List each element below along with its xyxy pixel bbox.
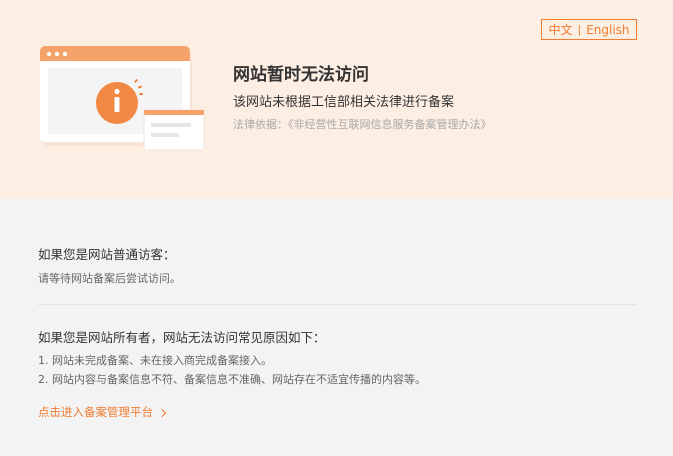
- filing-platform-link-label: 点击进入备案管理平台: [38, 405, 153, 419]
- visitor-text: 请等待网站备案后尝试访问。: [38, 272, 181, 285]
- page-subtitle: 该网站未根据工信部相关法律进行备案: [233, 95, 455, 110]
- owner-heading: 如果您是网站所有者，网站无法访问常见原因如下：: [38, 330, 326, 345]
- lang-separator: |: [577, 23, 582, 36]
- notice-banner: 中文 | English 网站暂时无法访问 该网站未根据工信部相关法律进行备案 …: [0, 0, 673, 199]
- lang-en-link[interactable]: English: [586, 23, 629, 37]
- chevron-right-icon: [157, 408, 167, 417]
- page-title: 网站暂时无法访问: [233, 65, 369, 85]
- owner-reason-2: 2. 网站内容与备案信息不符、备案信息不准确、网站存在不适宜传播的内容等。: [38, 373, 426, 386]
- browser-window-icon: [40, 46, 205, 151]
- lang-zh-link[interactable]: 中文: [548, 21, 572, 38]
- language-switch: 中文 | English: [541, 19, 637, 40]
- filing-platform-link[interactable]: 点击进入备案管理平台: [38, 404, 167, 420]
- section-divider: [38, 304, 636, 305]
- owner-reason-1: 1. 网站未完成备案、未在接入商完成备案接入。: [38, 354, 272, 367]
- visitor-heading: 如果您是网站普通访客：: [38, 247, 176, 262]
- legal-basis-text: 法律依据：《非经营性互联网信息服务备案管理办法》: [233, 118, 492, 131]
